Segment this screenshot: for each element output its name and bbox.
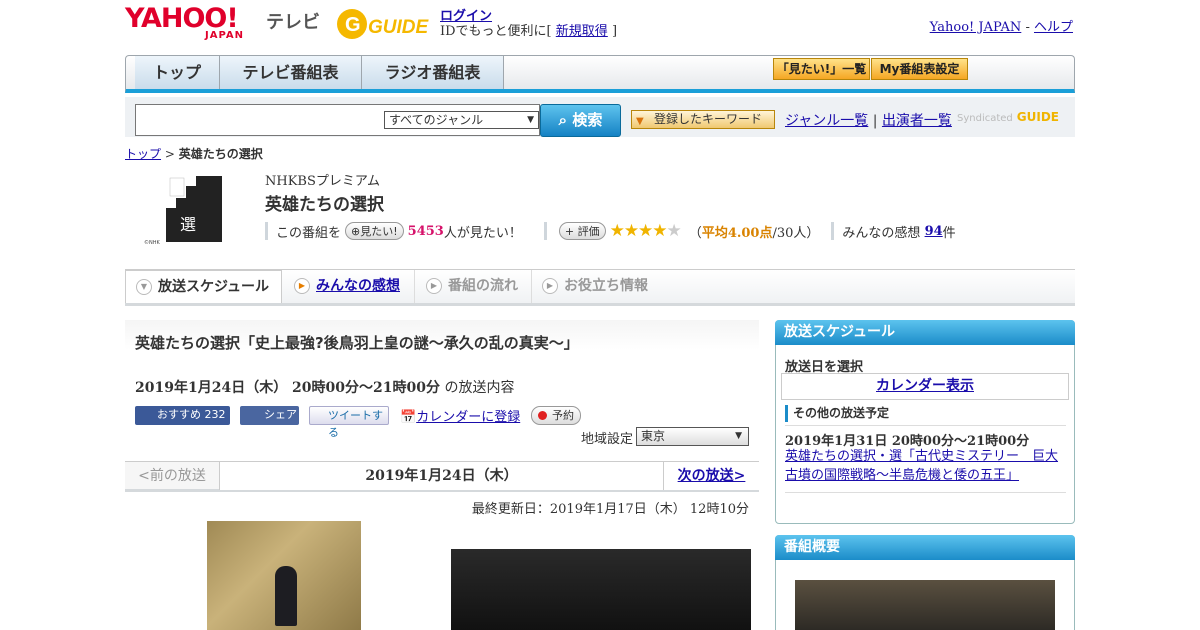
kansou-count-link[interactable]: 94: [925, 224, 943, 239]
kono-label: この番組を: [276, 225, 342, 241]
sidebar-summary-header: 番組概要: [775, 535, 1075, 560]
genre-select[interactable]: すべてのジャンル: [384, 111, 539, 129]
chevron-right-icon: ▶: [542, 278, 558, 294]
signup-link[interactable]: 新規取得: [556, 24, 608, 39]
evaluate-button[interactable]: + 評価: [558, 222, 606, 240]
chevron-down-icon: ▼: [136, 279, 152, 295]
program-thumbnail: 選 ©NHK: [140, 168, 226, 248]
plus-icon: ⊕: [351, 225, 361, 238]
divider-bar: [831, 222, 835, 240]
summary-image: [795, 580, 1055, 630]
calendar-view-link[interactable]: カレンダー表示: [781, 373, 1069, 400]
performer-list-link[interactable]: 出演者一覧: [882, 113, 952, 129]
divider: [785, 425, 1066, 426]
rating-stars: ★★★★★: [609, 221, 682, 241]
program-title: 英雄たちの選択: [265, 195, 384, 215]
episode-date: 2019年1月24日（木） 20時00分～21時00分 の放送内容: [135, 380, 515, 396]
tweet-button[interactable]: ツイートする: [309, 406, 389, 439]
id-promo-text: IDでもっと便利に[ 新規取得 ]: [440, 24, 618, 39]
svg-text:G: G: [345, 14, 361, 36]
tv-label[interactable]: テレビ: [266, 8, 320, 34]
episode-title: 英雄たちの選択「史上最強?後鳥羽上皇の謎～承久の乱の真実～」: [135, 334, 579, 352]
broadcast-nav: <前の放送 2019年1月24日（木） 次の放送>: [125, 461, 759, 492]
program-tabs: ▼ 放送スケジュール ▶ みんなの感想 ▶ 番組の流れ ▶ お役立ち情報: [125, 270, 1075, 306]
breadcrumb-current: 英雄たちの選択: [178, 147, 263, 161]
mitai-button[interactable]: ⊕見たい!: [345, 222, 404, 240]
keyword-dropdown-button[interactable]: 登録したキーワード: [631, 110, 775, 130]
other-broadcasts-heading: その他の放送予定: [785, 405, 889, 422]
svg-text:GUIDE: GUIDE: [368, 17, 430, 38]
sidebar-schedule-header: 放送スケジュール: [775, 320, 1075, 345]
breadcrumb-top[interactable]: トップ: [125, 147, 161, 161]
tab-flow[interactable]: ▶ 番組の流れ: [416, 270, 532, 303]
divider: [785, 492, 1066, 493]
prev-broadcast[interactable]: <前の放送: [125, 462, 220, 490]
divider-bar: [265, 222, 268, 240]
plus-icon: +: [564, 225, 575, 238]
episode-image-painting: [207, 521, 361, 630]
my-schedule-button[interactable]: My番組表設定: [871, 58, 968, 80]
genre-list-link[interactable]: ジャンル一覧: [785, 113, 868, 129]
syndicated-gguide: Syndicated GUIDE: [957, 110, 1059, 124]
nav-tab-top[interactable]: トップ: [135, 56, 220, 89]
nav-tab-tv-schedule[interactable]: テレビ番組表: [220, 56, 362, 89]
top-links: Yahoo! JAPAN - ヘルプ: [929, 20, 1073, 35]
reserve-button[interactable]: 予約: [531, 406, 581, 425]
chevron-right-icon: ▶: [426, 278, 442, 294]
region-select[interactable]: 東京: [636, 427, 749, 446]
divider-bar: [543, 222, 547, 240]
calendar-register[interactable]: 📅カレンダーに登録: [400, 406, 520, 425]
mitai-list-button[interactable]: 「見たい!」一覧: [773, 58, 870, 80]
mitai-count: 5453: [407, 223, 444, 239]
search-button[interactable]: ⌕ 検索: [540, 104, 621, 137]
facebook-share-button[interactable]: シェア: [240, 406, 299, 425]
yahoo-japan-link[interactable]: Yahoo! JAPAN: [930, 20, 1022, 35]
region-label: 地域設定: [581, 432, 634, 447]
search-icon: ⌕: [558, 111, 568, 129]
tab-info[interactable]: ▶ お役立ち情報: [532, 270, 662, 303]
current-broadcast-date: 2019年1月24日（木）: [220, 462, 663, 490]
facebook-recommend-button[interactable]: おすすめ 232: [135, 406, 230, 425]
help-link[interactable]: ヘルプ: [1034, 20, 1073, 35]
episode-image-dark: [451, 549, 751, 630]
yahoo-logo[interactable]: YAHOO!: [125, 5, 239, 32]
last-updated: 最終更新日：2019年1月17日（木） 12時10分: [471, 502, 749, 517]
svg-text:©NHK: ©NHK: [144, 239, 161, 246]
calendar-icon: 📅: [400, 410, 417, 425]
nav-tab-radio-schedule[interactable]: ラジオ番組表: [362, 56, 504, 89]
next-broadcast-link[interactable]: 次の放送>: [663, 462, 759, 490]
main-nav: トップ テレビ番組表 ラジオ番組表 「見たい!」一覧 My番組表設定: [125, 55, 1075, 93]
mitai-suffix: 人が見たい！: [443, 225, 522, 241]
rating-average: 平均4.00点: [701, 225, 773, 241]
gguide-logo: G GUIDE: [337, 9, 430, 39]
breadcrumb: トップ > 英雄たちの選択: [125, 147, 263, 161]
sidebar-schedule-box: 放送スケジュール: [775, 320, 1075, 524]
chevron-right-icon: ▶: [294, 278, 310, 294]
yahoo-japan-sub: JAPAN: [205, 30, 244, 41]
svg-text:選: 選: [180, 215, 196, 234]
search-links: ジャンル一覧 | 出演者一覧: [785, 113, 952, 129]
program-info-bar: この番組を ⊕見たい! 5453 人が見たい！ + 評価 ★★★★★ （平均4.0…: [265, 221, 956, 241]
kansou-label: みんなの感想: [842, 225, 921, 241]
tab-kansou[interactable]: ▶ みんなの感想: [284, 270, 415, 303]
tab-schedule[interactable]: ▼ 放送スケジュール: [125, 270, 282, 303]
other-broadcast-link[interactable]: 英雄たちの選択・選「古代史ミステリー 巨大古墳の国際戦略～半島危機と倭の五王」: [785, 447, 1070, 485]
channel-name: NHKBSプレミアム: [265, 174, 380, 189]
